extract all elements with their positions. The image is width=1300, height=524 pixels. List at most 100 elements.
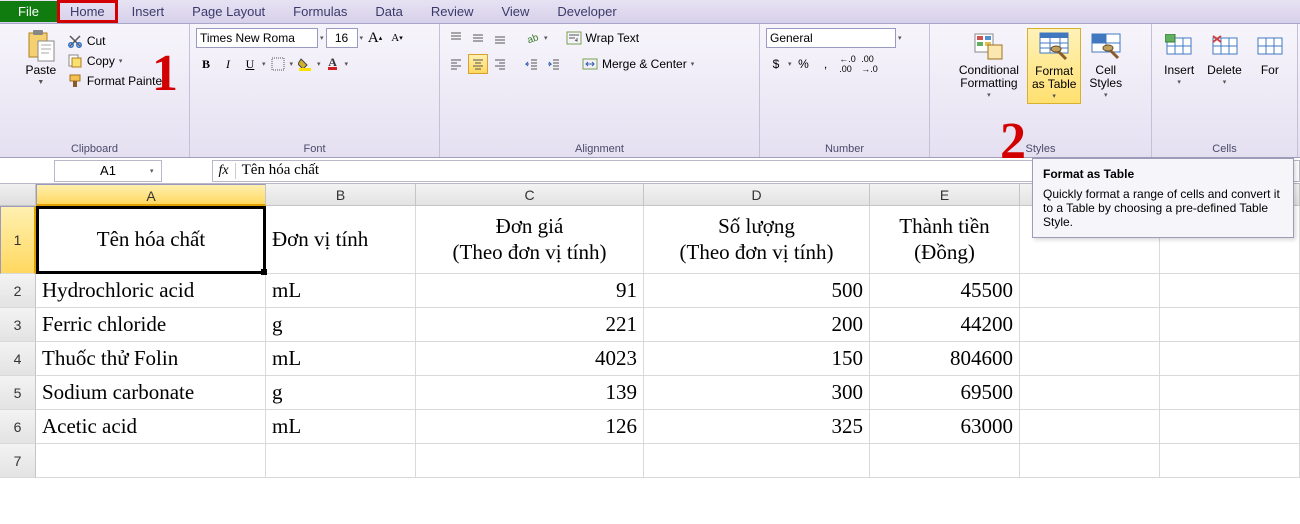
font-family-select[interactable]	[196, 28, 318, 48]
cell-D4[interactable]: 150	[644, 342, 870, 376]
align-center-button[interactable]	[468, 54, 488, 74]
bold-button[interactable]: B	[196, 54, 216, 74]
copy-button[interactable]: Copy ▾	[65, 52, 168, 70]
cell-F5[interactable]	[1020, 376, 1160, 410]
menu-data[interactable]: Data	[361, 1, 416, 22]
cell-D6[interactable]: 325	[644, 410, 870, 444]
cell-E1[interactable]: Thành tiền (Đồng)	[870, 206, 1020, 274]
grow-font-button[interactable]: A▴	[365, 28, 385, 48]
wrap-text-button[interactable]: Wrap Text	[564, 29, 642, 47]
cell-F7[interactable]	[1020, 444, 1160, 478]
menu-home[interactable]: Home	[60, 3, 115, 20]
cell-A3[interactable]: Ferric chloride	[36, 308, 266, 342]
row-header-7[interactable]: 7	[0, 444, 36, 478]
cell-C2[interactable]: 91	[416, 274, 644, 308]
cell-A2[interactable]: Hydrochloric acid	[36, 274, 266, 308]
cell-A1[interactable]: Tên hóa chất	[36, 206, 266, 274]
cell-B1[interactable]: Đơn vị tính	[266, 206, 416, 274]
dropdown-caret-icon[interactable]: ▾	[360, 34, 364, 42]
cell-A4[interactable]: Thuốc thử Folin	[36, 342, 266, 376]
font-size-select[interactable]	[326, 28, 358, 48]
font-color-button[interactable]: A	[323, 54, 343, 74]
fx-label[interactable]: fx	[213, 163, 236, 179]
paste-button[interactable]: Paste ▼	[21, 28, 61, 89]
col-header-C[interactable]: C	[416, 184, 644, 206]
dropdown-caret-icon[interactable]: ▾	[345, 60, 349, 68]
underline-button[interactable]: U	[240, 54, 260, 74]
dropdown-caret-icon[interactable]: ▾	[317, 60, 321, 68]
cell-E6[interactable]: 63000	[870, 410, 1020, 444]
cell-B2[interactable]: mL	[266, 274, 416, 308]
cell-E5[interactable]: 69500	[870, 376, 1020, 410]
cell-G7[interactable]	[1160, 444, 1300, 478]
cell-B4[interactable]: mL	[266, 342, 416, 376]
align-middle-button[interactable]	[468, 28, 488, 48]
cell-D3[interactable]: 200	[644, 308, 870, 342]
dropdown-caret-icon[interactable]: ▾	[262, 60, 266, 68]
cell-E3[interactable]: 44200	[870, 308, 1020, 342]
menu-formulas[interactable]: Formulas	[279, 1, 361, 22]
align-top-button[interactable]	[446, 28, 466, 48]
cell-E2[interactable]: 45500	[870, 274, 1020, 308]
cell-A6[interactable]: Acetic acid	[36, 410, 266, 444]
cell-F4[interactable]	[1020, 342, 1160, 376]
cell-B5[interactable]: g	[266, 376, 416, 410]
orientation-button[interactable]: ab	[522, 28, 542, 48]
cell-G2[interactable]	[1160, 274, 1300, 308]
col-header-A[interactable]: A	[36, 184, 266, 206]
cell-G4[interactable]	[1160, 342, 1300, 376]
cell-C4[interactable]: 4023	[416, 342, 644, 376]
fill-color-button[interactable]	[295, 54, 315, 74]
menu-view[interactable]: View	[487, 1, 543, 22]
format-painter-button[interactable]: Format Painter	[65, 72, 168, 90]
cell-G5[interactable]	[1160, 376, 1300, 410]
cell-A7[interactable]	[36, 444, 266, 478]
delete-cells-button[interactable]: Delete ▾	[1203, 28, 1246, 89]
menu-review[interactable]: Review	[417, 1, 488, 22]
cell-D7[interactable]	[644, 444, 870, 478]
number-format-select[interactable]	[766, 28, 896, 48]
row-header-6[interactable]: 6	[0, 410, 36, 444]
cell-B3[interactable]: g	[266, 308, 416, 342]
cell-C6[interactable]: 126	[416, 410, 644, 444]
merge-center-button[interactable]: Merge & Center ▾	[580, 55, 696, 73]
row-header-5[interactable]: 5	[0, 376, 36, 410]
col-header-E[interactable]: E	[870, 184, 1020, 206]
align-bottom-button[interactable]	[490, 28, 510, 48]
shrink-font-button[interactable]: A▾	[387, 28, 407, 48]
cell-styles-button[interactable]: Cell Styles ▾	[1085, 28, 1126, 102]
percent-button[interactable]: %	[794, 54, 814, 74]
select-all-corner[interactable]	[0, 184, 36, 206]
cell-G3[interactable]	[1160, 308, 1300, 342]
dropdown-caret-icon[interactable]: ▾	[290, 60, 294, 68]
conditional-formatting-button[interactable]: Conditional Formatting ▾	[955, 28, 1023, 102]
cell-F3[interactable]	[1020, 308, 1160, 342]
cell-D2[interactable]: 500	[644, 274, 870, 308]
menu-insert[interactable]: Insert	[118, 1, 179, 22]
cell-C5[interactable]: 139	[416, 376, 644, 410]
italic-button[interactable]: I	[218, 54, 238, 74]
row-header-4[interactable]: 4	[0, 342, 36, 376]
cell-D5[interactable]: 300	[644, 376, 870, 410]
decrease-indent-button[interactable]	[522, 54, 542, 74]
row-header-3[interactable]: 3	[0, 308, 36, 342]
cell-E7[interactable]	[870, 444, 1020, 478]
cell-F6[interactable]	[1020, 410, 1160, 444]
cell-B6[interactable]: mL	[266, 410, 416, 444]
align-left-button[interactable]	[446, 54, 466, 74]
row-header-1[interactable]: 1	[0, 206, 36, 274]
col-header-B[interactable]: B	[266, 184, 416, 206]
align-right-button[interactable]	[490, 54, 510, 74]
cell-C7[interactable]	[416, 444, 644, 478]
format-as-table-button[interactable]: Format as Table ▾	[1027, 28, 1081, 104]
cell-C1[interactable]: Đơn giá (Theo đơn vị tính)	[416, 206, 644, 274]
border-button[interactable]	[268, 54, 288, 74]
increase-decimal-button[interactable]: ←.0.00	[838, 54, 858, 74]
cell-B7[interactable]	[266, 444, 416, 478]
menu-file[interactable]: File	[0, 1, 57, 22]
dropdown-caret-icon[interactable]: ▾	[544, 34, 548, 42]
cell-A5[interactable]: Sodium carbonate	[36, 376, 266, 410]
cell-E4[interactable]: 804600	[870, 342, 1020, 376]
format-cells-button[interactable]: For	[1250, 28, 1290, 79]
currency-button[interactable]: $	[766, 54, 786, 74]
